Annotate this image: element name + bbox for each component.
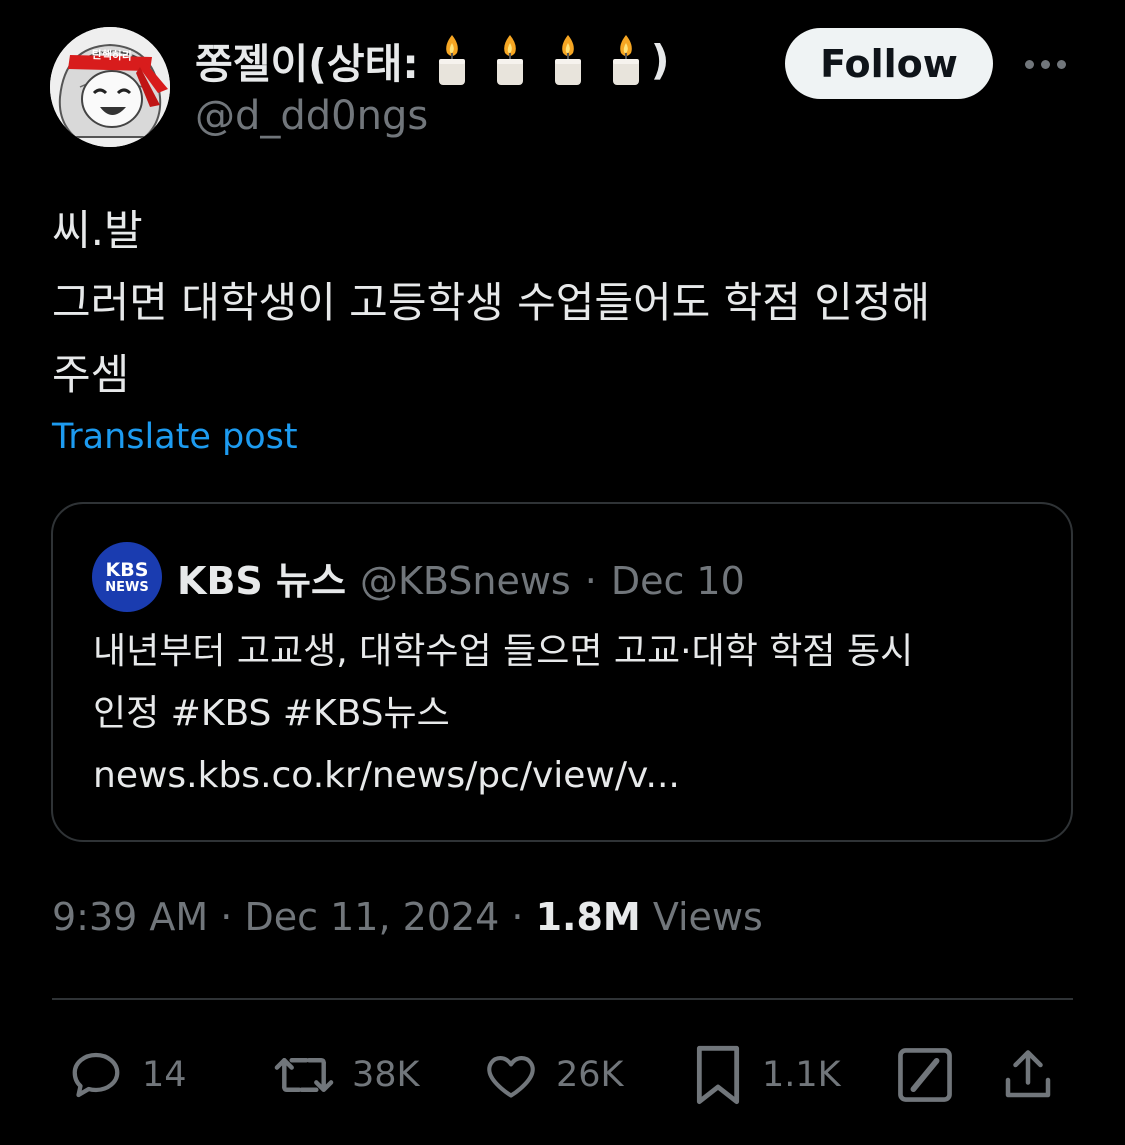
repost-count: 38K: [352, 1055, 420, 1095]
tweet-time[interactable]: 9:39 AM: [52, 895, 208, 939]
bookmark-icon: [696, 1045, 740, 1105]
quoted-tweet-header: KBS 뉴스 @KBSnews · Dec 10: [177, 550, 745, 605]
tweet-meta: 9:39 AM · Dec 11, 2024 · 1.8M Views: [52, 895, 763, 939]
views-count: 1.8M: [535, 895, 641, 939]
bookmark-count: 1.1K: [762, 1055, 841, 1095]
quoted-author-name: KBS 뉴스: [177, 559, 346, 603]
repost-icon: [274, 1058, 334, 1092]
reply-count: 14: [142, 1055, 187, 1095]
quoted-tweet-text: 내년부터 고교생, 대학수업 들으면 고교·대학 학점 동시 인정 #KBS #…: [93, 621, 1053, 807]
heart-icon: [487, 1056, 535, 1098]
grok-button[interactable]: [894, 1040, 956, 1110]
kbs-logo-bottom: NEWS: [105, 579, 149, 595]
author-display-name[interactable]: 쫑젤이(상태:): [195, 30, 669, 90]
author-handle[interactable]: @d_dd0ngs: [195, 93, 428, 139]
author-avatar[interactable]: 탄핵하라: [50, 27, 170, 147]
avatar-illustration: [50, 27, 170, 147]
tweet-text: 씨.발 그러면 대학생이 고등학생 수업들어도 학점 인정해 주셈: [52, 195, 1062, 411]
quoted-separator: ·: [584, 559, 597, 603]
tweet-line: 씨.발: [52, 206, 143, 255]
tweet-line: 주셈: [52, 350, 130, 399]
candle-icon: [554, 35, 581, 85]
tweet-detail: 탄핵하라 쫑젤이(상태:) @d_dd0ngs Follow 씨.발 그러면 …: [0, 0, 1125, 1145]
quoted-tweet-card[interactable]: KBS NEWS KBS 뉴스 @KBSnews · Dec 10 내년부터 고…: [51, 502, 1073, 842]
like-button[interactable]: 26K: [482, 1040, 624, 1110]
meta-separator: ·: [511, 895, 524, 939]
more-dot: [1056, 59, 1066, 69]
grok-icon: [898, 1048, 952, 1102]
views-label: Views: [652, 895, 763, 939]
share-button[interactable]: [998, 1040, 1058, 1110]
quoted-link: news.kbs.co.kr/news/pc/view/v...: [93, 755, 680, 796]
more-options-icon[interactable]: [1017, 44, 1073, 84]
candle-icon: [438, 35, 465, 85]
quoted-line: 인정 #KBS #KBS뉴스: [93, 693, 450, 734]
kbs-logo-top: KBS: [105, 558, 149, 581]
bookmark-button[interactable]: 1.1K: [690, 1040, 841, 1110]
reply-icon: [72, 1052, 120, 1098]
author-name-suffix: ): [650, 36, 670, 84]
tweet-line: 그러면 대학생이 고등학생 수업들어도 학점 인정해: [52, 278, 931, 327]
more-dot: [1024, 59, 1034, 69]
like-count: 26K: [556, 1055, 624, 1095]
reply-button[interactable]: 14: [66, 1040, 187, 1110]
avatar-headband-text: 탄핵하라: [91, 48, 133, 63]
quoted-date: Dec 10: [610, 559, 745, 603]
translate-post-link[interactable]: Translate post: [52, 417, 298, 457]
author-name-text: 쫑젤이(상태:: [195, 40, 419, 88]
divider: [52, 998, 1073, 1000]
tweet-date[interactable]: Dec 11, 2024: [244, 895, 499, 939]
share-icon: [1005, 1050, 1051, 1098]
more-dot: [1040, 59, 1050, 69]
quoted-line: 내년부터 고교생, 대학수업 들으면 고교·대학 학점 동시: [93, 631, 914, 672]
kbs-news-avatar[interactable]: KBS NEWS: [92, 542, 162, 612]
candle-icon: [496, 35, 523, 85]
repost-button[interactable]: 38K: [272, 1040, 420, 1110]
quoted-author-handle: @KBSnews: [359, 559, 571, 603]
status-emojis: [435, 33, 643, 87]
meta-separator: ·: [220, 895, 233, 939]
candle-icon: [612, 35, 639, 85]
follow-button[interactable]: Follow: [785, 28, 993, 99]
